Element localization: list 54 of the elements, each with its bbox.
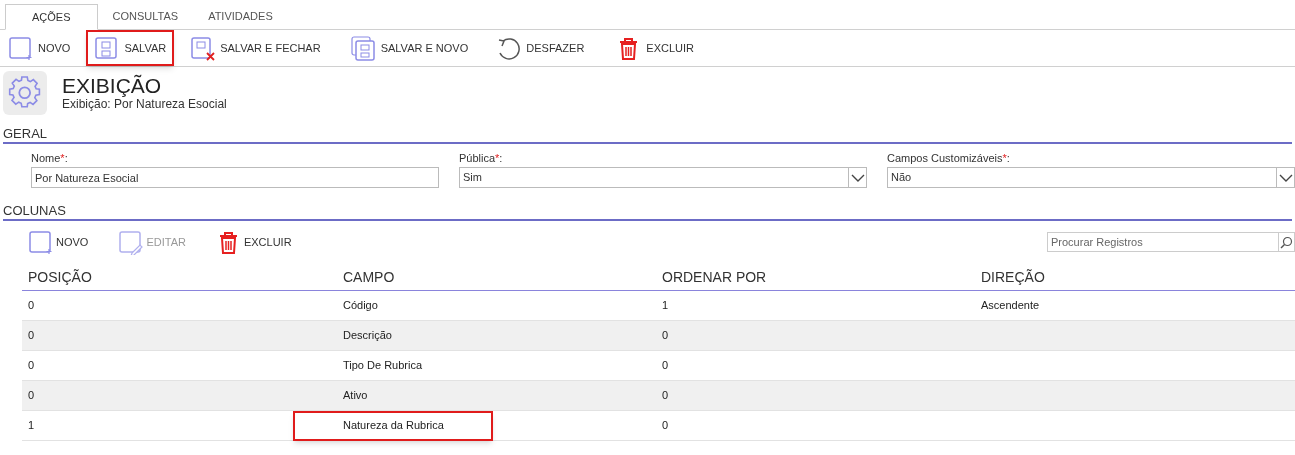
- chevron-down-icon: [1276, 168, 1294, 187]
- table-cell-text: Ascendente: [981, 298, 1040, 314]
- column-header[interactable]: ORDENAR POR: [662, 268, 767, 285]
- field-label: Campos Customizáveis*:: [887, 151, 1011, 165]
- column-header[interactable]: DIREÇÃO: [981, 268, 1045, 285]
- table-cell-text: 0: [662, 358, 669, 374]
- toolbar-button[interactable]: EXCLUIR: [608, 30, 703, 66]
- column-header[interactable]: CAMPO: [343, 268, 395, 285]
- field-label: Pública*:: [459, 151, 504, 165]
- save-icon: [94, 35, 120, 61]
- table-cell-text: 0: [28, 298, 35, 314]
- table-cell-text: 1: [28, 418, 35, 434]
- table-cell-text: Ativo: [342, 388, 369, 404]
- save-copy-icon: [350, 35, 376, 61]
- field-label: Nome*:: [31, 151, 69, 165]
- toolbar-button[interactable]: SALVAR: [86, 30, 175, 66]
- gear-icon: [3, 71, 47, 115]
- undo-icon: [496, 35, 522, 61]
- table-cell-text: 0: [662, 328, 669, 344]
- new-icon: [8, 35, 33, 61]
- section-title: GERAL: [3, 125, 1292, 144]
- tab[interactable]: ATIVIDADES: [193, 3, 288, 29]
- save-close-icon: [190, 35, 216, 61]
- table-cell-text: 0: [28, 328, 35, 344]
- toolbar-button[interactable]: EXCLUIR: [215, 229, 292, 255]
- toolbar-button[interactable]: NOVO: [28, 229, 89, 255]
- table-cell-text: 0: [662, 418, 669, 434]
- table-cell-text: Código: [342, 298, 379, 314]
- table-cell-text: 0: [662, 388, 669, 404]
- dropdown[interactable]: Não: [887, 167, 1295, 188]
- table-cell-text: 0: [28, 388, 35, 404]
- table-cell-text: 0: [28, 358, 35, 374]
- search-icon[interactable]: [1279, 232, 1295, 252]
- chevron-down-icon: [848, 168, 866, 187]
- table-cell-text: 1: [662, 298, 669, 314]
- toolbar-button[interactable]: DESFAZER: [488, 30, 593, 66]
- new-icon: [28, 229, 53, 255]
- column-header[interactable]: POSIÇÃO: [28, 268, 92, 285]
- edit-icon: [118, 229, 144, 255]
- tab[interactable]: CONSULTAS: [97, 3, 194, 29]
- dropdown[interactable]: Sim: [459, 167, 867, 188]
- table-cell: Natureza da Rubrica: [293, 410, 493, 441]
- search-field[interactable]: Procurar Registros: [1047, 232, 1279, 252]
- page-title: EXIBIÇÃO: [62, 75, 163, 97]
- page-subtitle: Exibição: Por Natureza Esocial: [62, 97, 227, 111]
- toolbar-button: EDITAR: [118, 229, 186, 255]
- table-cell-text: Descrição: [342, 328, 393, 344]
- tab[interactable]: AÇÕES: [5, 4, 98, 30]
- text-field[interactable]: Por Natureza Esocial: [31, 167, 439, 188]
- toolbar-button[interactable]: SALVAR E FECHAR: [182, 30, 329, 66]
- section-title: COLUNAS: [3, 202, 1292, 221]
- toolbar-button[interactable]: NOVO: [0, 30, 79, 66]
- table-cell-text: Tipo De Rubrica: [342, 358, 424, 374]
- toolbar-button[interactable]: SALVAR E NOVO: [342, 30, 477, 66]
